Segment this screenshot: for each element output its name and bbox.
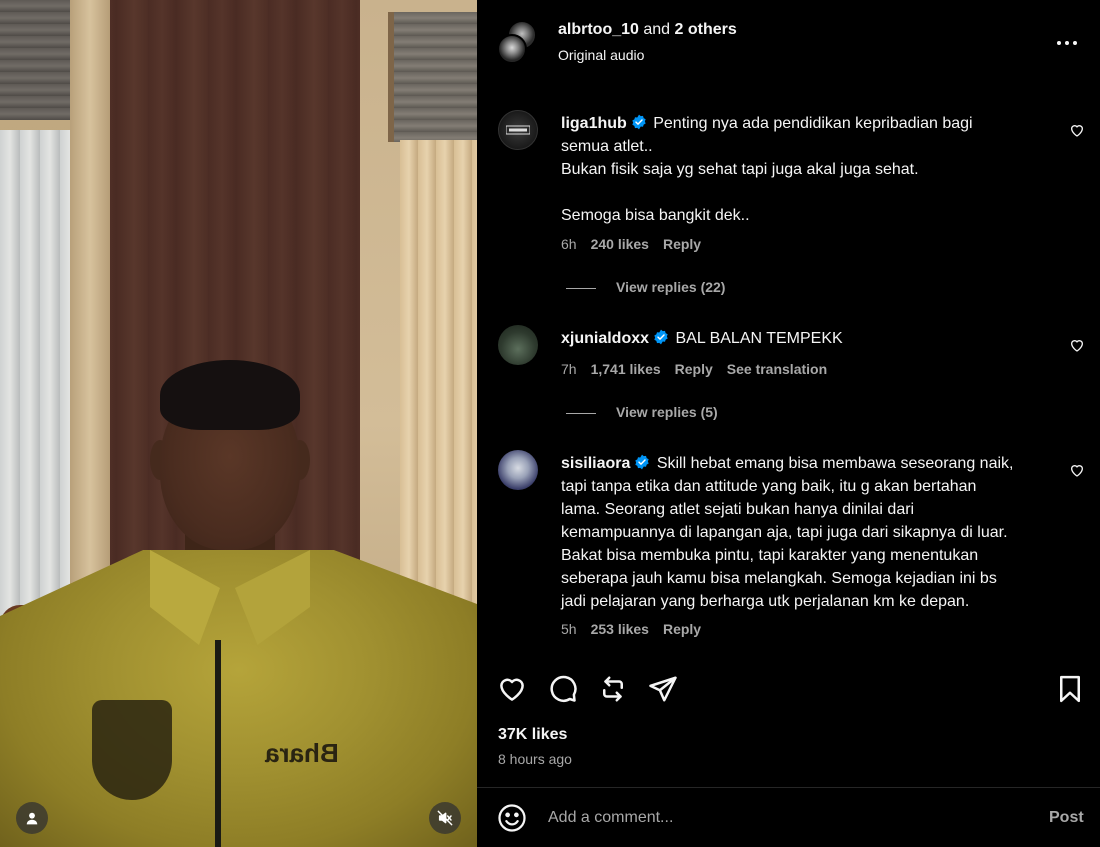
view-replies-button[interactable]: View replies (5) — [566, 404, 718, 420]
comment-text-line: Semoga bisa bangkit dek.. — [561, 207, 750, 224]
divider — [566, 287, 596, 289]
comment-text-line: Bakat bisa membuka pintu, tapi karakter … — [561, 547, 979, 564]
more-options-button[interactable] — [1055, 31, 1079, 55]
reply-button[interactable]: Reply — [663, 621, 701, 637]
repost-icon[interactable] — [598, 674, 628, 704]
comment-text-line: jadi pelajaran yang berharga utk perjala… — [561, 593, 970, 610]
reply-button[interactable]: Reply — [663, 236, 701, 252]
comment-text-line: Bukan fisik saja yg sehat tapi juga akal… — [561, 161, 919, 178]
comment-text-line: Skill hebat emang bisa membawa seseorang… — [656, 455, 1014, 472]
reply-button[interactable]: Reply — [675, 361, 713, 377]
divider — [566, 412, 596, 414]
comment-meta: 7h 1,741 likes Reply See translation — [561, 361, 841, 377]
like-count[interactable]: 37K likes — [498, 726, 567, 744]
bookmark-icon[interactable] — [1055, 674, 1085, 704]
comment-likes[interactable]: 240 likes — [591, 236, 649, 252]
reel-video[interactable]: Bhara — [0, 0, 477, 847]
avatar — [497, 34, 527, 64]
comment-likes[interactable]: 1,741 likes — [591, 361, 661, 377]
author-username[interactable]: albrtoo_10 — [558, 21, 639, 38]
comment-time[interactable]: 6h — [561, 236, 577, 252]
and-text: and — [643, 21, 671, 38]
view-replies-button[interactable]: View replies (22) — [566, 279, 725, 295]
add-comment-bar: Post — [477, 787, 1100, 847]
comment-username[interactable]: xjunialdoxx — [561, 330, 649, 347]
post-button[interactable]: Post — [1049, 809, 1084, 827]
post-header: albrtoo_10 and 2 others Original audio — [477, 0, 1100, 86]
action-bar — [477, 660, 1100, 716]
avatar[interactable] — [498, 325, 538, 365]
audio-link[interactable]: Original audio — [558, 47, 644, 63]
comment-text-line: kemampuannya di lapangan aja, tapi juga … — [561, 524, 1008, 541]
audio-muted-icon — [437, 810, 453, 826]
comment-time[interactable]: 7h — [561, 361, 577, 377]
person-hair — [160, 360, 300, 430]
comment-text-line: lama. Seorang atlet sejati bukan hanya d… — [561, 501, 915, 518]
jersey-text: Bhara — [265, 738, 339, 768]
comment-meta: 5h 253 likes Reply — [561, 621, 715, 637]
comment-body: sisiliaora Skill hebat emang bisa membaw… — [561, 452, 1051, 613]
comment-body: xjunialdoxx BAL BALAN TEMPEKK — [561, 327, 1051, 350]
see-translation-button[interactable]: See translation — [727, 361, 827, 377]
club-badge — [92, 700, 172, 800]
liga1hub-logo-icon — [506, 125, 530, 135]
comment-meta: 6h 240 likes Reply — [561, 236, 715, 252]
emoji-icon[interactable] — [497, 803, 527, 833]
avatar[interactable] — [498, 450, 538, 490]
comment-icon[interactable] — [548, 674, 578, 704]
avatar[interactable] — [498, 110, 538, 150]
verified-badge-icon — [635, 454, 650, 470]
user-icon — [26, 812, 38, 825]
comment-time[interactable]: 5h — [561, 621, 577, 637]
others-link[interactable]: 2 others — [675, 21, 737, 38]
verified-badge-icon — [632, 114, 646, 130]
comment-body: liga1hub Penting nya ada pendidikan kepr… — [561, 112, 1051, 227]
comment-text-line: semua atlet.. — [561, 138, 653, 155]
person: Bhara — [0, 360, 477, 847]
comment-text-line: seberapa jauh kamu bisa melangkah. Semog… — [561, 570, 997, 587]
mute-button[interactable] — [429, 802, 461, 834]
post-timestamp[interactable]: 8 hours ago — [498, 751, 572, 767]
author-avatars[interactable] — [497, 20, 539, 64]
comment-username[interactable]: sisiliaora — [561, 455, 630, 472]
heart-icon[interactable] — [1069, 462, 1085, 478]
heart-icon[interactable] — [1069, 122, 1085, 138]
heart-icon[interactable] — [497, 674, 527, 704]
more-icon — [1057, 41, 1077, 45]
comment-username[interactable]: liga1hub — [561, 115, 627, 132]
post-panel: albrtoo_10 and 2 others Original audio l… — [477, 0, 1100, 847]
view-replies-label: View replies (5) — [616, 404, 718, 420]
verified-badge-icon — [654, 329, 668, 345]
view-replies-label: View replies (22) — [616, 279, 726, 295]
window-blinds-left — [0, 0, 80, 120]
comment-likes[interactable]: 253 likes — [591, 621, 649, 637]
heart-icon[interactable] — [1069, 337, 1085, 353]
window-blinds-right — [388, 12, 477, 142]
tagged-users-button[interactable] — [16, 802, 48, 834]
comment-input[interactable] — [548, 805, 1018, 831]
jersey-zipper — [215, 640, 221, 847]
share-icon[interactable] — [648, 674, 678, 704]
comment-text-line: tapi tanpa etika dan attitude yang baik,… — [561, 478, 977, 495]
author-names: albrtoo_10 and 2 others — [558, 21, 737, 39]
comment-text-line: BAL BALAN TEMPEKK — [675, 330, 843, 347]
comment-text-line: Penting nya ada pendidikan kepribadian b… — [653, 115, 973, 132]
